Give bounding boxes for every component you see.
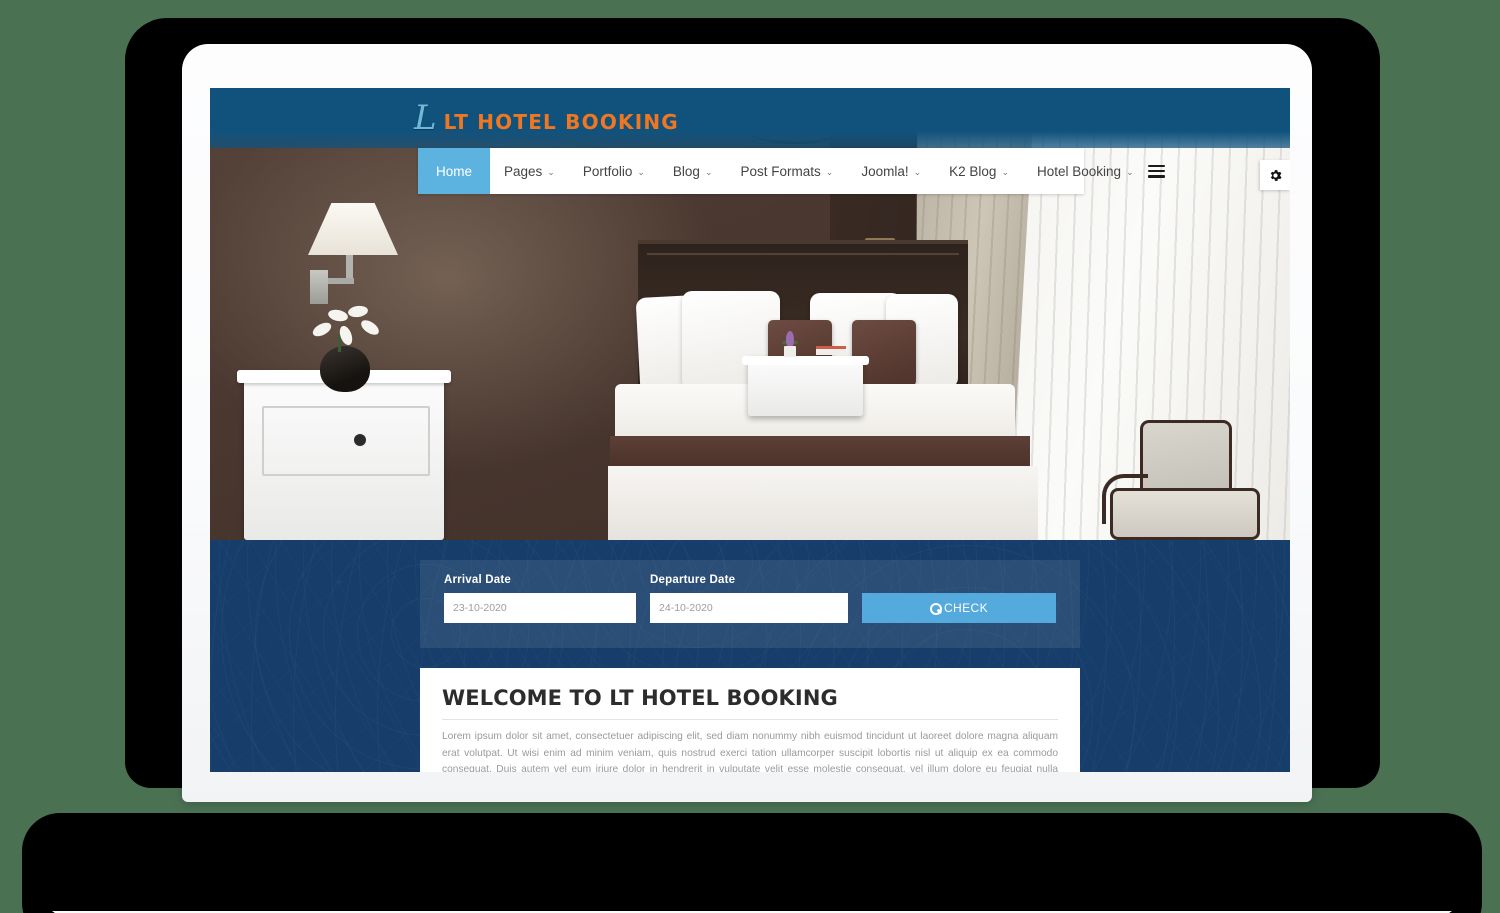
hero-book	[816, 346, 846, 355]
nav-item-post-formats[interactable]: Post Formats ⌄	[727, 148, 848, 194]
nav-item-list: Home Pages ⌄ Portfolio ⌄ Blog ⌄ Post For…	[418, 148, 1148, 194]
hamburger-menu-button[interactable]	[1147, 148, 1165, 194]
hero-bed-runner	[610, 436, 1030, 470]
nav-item-label: Post Formats	[740, 163, 821, 179]
logo-script-mark: L	[414, 98, 437, 138]
departure-date-input[interactable]	[650, 593, 848, 623]
welcome-section: WELCOME TO LT HOTEL BOOKING Lorem ipsum …	[420, 668, 1080, 772]
arrival-date-field: Arrival Date	[444, 574, 637, 623]
nav-item-label: Hotel Booking	[1037, 163, 1122, 179]
site-header: L LT Hotel Booking	[210, 88, 1290, 148]
hero-nightstand-right	[742, 356, 869, 416]
chevron-down-icon: ⌄	[825, 166, 834, 177]
title-divider	[442, 719, 1058, 720]
nav-item-k2-blog[interactable]: K2 Blog ⌄	[935, 148, 1023, 194]
nav-item-label: Blog	[672, 163, 700, 179]
nav-item-home[interactable]: Home	[418, 148, 491, 194]
chevron-down-icon: ⌄	[1126, 166, 1134, 177]
booking-fields: Arrival Date Departure Date CHECK	[444, 574, 1056, 623]
laptop-mockup: L LT Hotel Booking Home Pages ⌄ Portfoli…	[0, 0, 1500, 913]
hero-armchair-arm	[1102, 474, 1148, 524]
logo-text: LT Hotel Booking	[443, 110, 679, 134]
nav-item-joomla[interactable]: Joomla! ⌄	[847, 148, 935, 194]
site-logo[interactable]: L LT Hotel Booking	[414, 101, 679, 135]
hero-nightstand-left	[237, 370, 451, 540]
nav-item-label: K2 Blog	[949, 163, 997, 179]
nav-item-hotel-booking[interactable]: Hotel Booking ⌄	[1023, 148, 1148, 194]
laptop-base-shadow	[22, 813, 1482, 913]
check-availability-button[interactable]: CHECK	[862, 593, 1056, 623]
chevron-down-icon: ⌄	[704, 166, 713, 177]
hero-flowers	[310, 302, 384, 352]
nav-item-label: Joomla!	[861, 163, 909, 179]
chevron-down-icon: ⌄	[1001, 166, 1009, 177]
nav-item-label: Home	[436, 163, 473, 179]
chevron-down-icon: ⌄	[547, 166, 555, 177]
search-icon	[929, 602, 942, 615]
hero-wall-lamp-plate	[310, 270, 328, 304]
departure-date-field: Departure Date	[650, 574, 848, 623]
nav-item-portfolio[interactable]: Portfolio ⌄	[569, 148, 659, 194]
departure-date-label: Departure Date	[650, 574, 736, 586]
arrival-date-input[interactable]	[444, 593, 637, 623]
arrival-date-label: Arrival Date	[444, 574, 511, 586]
check-button-label: CHECK	[943, 601, 988, 615]
hero-vase	[320, 346, 370, 392]
hero-potted-plant	[782, 331, 798, 357]
nav-item-pages[interactable]: Pages ⌄	[490, 148, 569, 194]
settings-panel-toggle[interactable]	[1260, 160, 1290, 190]
hero-armchair-back	[1140, 420, 1232, 498]
booking-search-bar: Arrival Date Departure Date CHECK	[420, 560, 1080, 648]
welcome-body-text: Lorem ipsum dolor sit amet, consectetuer…	[442, 731, 1058, 772]
browser-screen: L LT Hotel Booking Home Pages ⌄ Portfoli…	[210, 88, 1290, 772]
nav-item-blog[interactable]: Blog ⌄	[659, 148, 727, 194]
nav-item-label: Pages	[504, 163, 543, 179]
page-title: WELCOME TO LT HOTEL BOOKING	[442, 686, 838, 710]
nav-item-label: Portfolio	[582, 163, 633, 179]
page-body: Arrival Date Departure Date CHECK WELCOM	[210, 540, 1290, 772]
gear-icon	[1270, 169, 1281, 181]
hamburger-menu-icon	[1147, 164, 1165, 178]
hero-bed-base	[608, 466, 1038, 540]
hero-drawer-knob	[354, 434, 366, 446]
chevron-down-icon: ⌄	[913, 166, 922, 177]
chevron-down-icon: ⌄	[637, 166, 645, 177]
main-navigation: Home Pages ⌄ Portfolio ⌄ Blog ⌄ Post For…	[418, 148, 1165, 194]
